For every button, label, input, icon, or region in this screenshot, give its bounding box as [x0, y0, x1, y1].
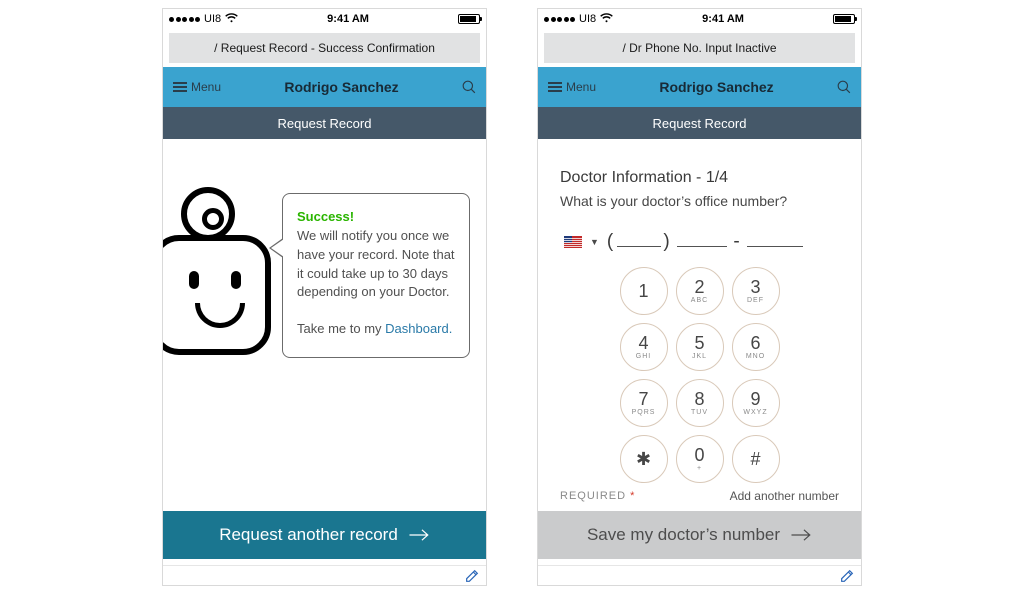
search-button[interactable]	[837, 80, 851, 94]
arrow-right-icon	[408, 527, 430, 543]
page-title: Rodrigo Sanchez	[659, 79, 773, 95]
keypad-key-7[interactable]: 7PQRS	[620, 379, 668, 427]
success-body: We will notify you once we have your rec…	[297, 228, 455, 300]
screen-phone-input: UI8 9:41 AM / Dr Phone No. Input Inactiv…	[537, 8, 862, 586]
bottom-strip	[163, 565, 486, 585]
phone-number-input[interactable]: ▼ ( ) -	[560, 231, 839, 253]
clock-label: 9:41 AM	[702, 13, 744, 25]
chevron-down-icon[interactable]: ▼	[590, 237, 599, 247]
bottom-strip	[538, 565, 861, 585]
screen-success: UI8 9:41 AM / Request Record - Success C…	[162, 8, 487, 586]
app-header: Menu Rodrigo Sanchez	[163, 67, 486, 107]
phone-template: ( ) -	[607, 231, 803, 253]
cta-label: Save my doctor’s number	[587, 525, 780, 545]
success-label: Success!	[297, 208, 455, 227]
battery-icon	[458, 14, 480, 24]
request-another-record-button[interactable]: Request another record	[163, 511, 486, 559]
keypad-key-0[interactable]: 0+	[676, 435, 724, 483]
status-bar: UI8 9:41 AM	[538, 9, 861, 29]
form-step-title: Doctor Information - 1/4	[560, 169, 839, 187]
keypad-key-2[interactable]: 2ABC	[676, 267, 724, 315]
compose-icon[interactable]	[839, 568, 855, 584]
wifi-icon	[600, 13, 613, 26]
dashboard-link[interactable]: Dashboard.	[385, 321, 452, 336]
signal-dots-icon	[544, 17, 575, 22]
arrow-right-icon	[790, 527, 812, 543]
doctor-illustration-icon	[163, 183, 281, 373]
sub-header: Request Record	[538, 107, 861, 139]
keypad-key-6[interactable]: 6MNO	[732, 323, 780, 371]
keypad-key-star[interactable]: ✱	[620, 435, 668, 483]
compose-icon[interactable]	[464, 568, 480, 584]
clock-label: 9:41 AM	[327, 13, 369, 25]
required-label: REQUIRED *	[560, 490, 635, 502]
keypad-key-4[interactable]: 4GHI	[620, 323, 668, 371]
add-another-number-link[interactable]: Add another number	[730, 489, 839, 503]
form-question: What is your doctor’s office number?	[560, 193, 839, 209]
numeric-keypad: 1 2ABC 3DEF 4GHI 5JKL 6MNO 7PQRS 8TUV 9W…	[615, 267, 785, 483]
breadcrumb: / Dr Phone No. Input Inactive	[544, 33, 855, 63]
carrier-label: UI8	[579, 13, 596, 25]
hamburger-icon	[173, 82, 187, 92]
success-message-bubble: Success! We will notify you once we have…	[282, 193, 470, 358]
menu-button[interactable]: Menu	[173, 80, 221, 94]
flag-us-icon	[564, 236, 582, 248]
save-doctor-number-button[interactable]: Save my doctor’s number	[538, 511, 861, 559]
signal-dots-icon	[169, 17, 200, 22]
breadcrumb: / Request Record - Success Confirmation	[169, 33, 480, 63]
page-title: Rodrigo Sanchez	[284, 79, 398, 95]
battery-icon	[833, 14, 855, 24]
carrier-label: UI8	[204, 13, 221, 25]
keypad-key-8[interactable]: 8TUV	[676, 379, 724, 427]
app-header: Menu Rodrigo Sanchez	[538, 67, 861, 107]
keypad-key-5[interactable]: 5JKL	[676, 323, 724, 371]
cta-label: Request another record	[219, 525, 398, 545]
menu-label: Menu	[566, 80, 596, 94]
hamburger-icon	[548, 82, 562, 92]
keypad-key-hash[interactable]: #	[732, 435, 780, 483]
take-me-prefix: Take me to my	[297, 321, 385, 336]
menu-label: Menu	[191, 80, 221, 94]
search-button[interactable]	[462, 80, 476, 94]
wifi-icon	[225, 13, 238, 26]
sub-header: Request Record	[163, 107, 486, 139]
keypad-key-3[interactable]: 3DEF	[732, 267, 780, 315]
keypad-key-9[interactable]: 9WXYZ	[732, 379, 780, 427]
keypad-key-1[interactable]: 1	[620, 267, 668, 315]
menu-button[interactable]: Menu	[548, 80, 596, 94]
status-bar: UI8 9:41 AM	[163, 9, 486, 29]
